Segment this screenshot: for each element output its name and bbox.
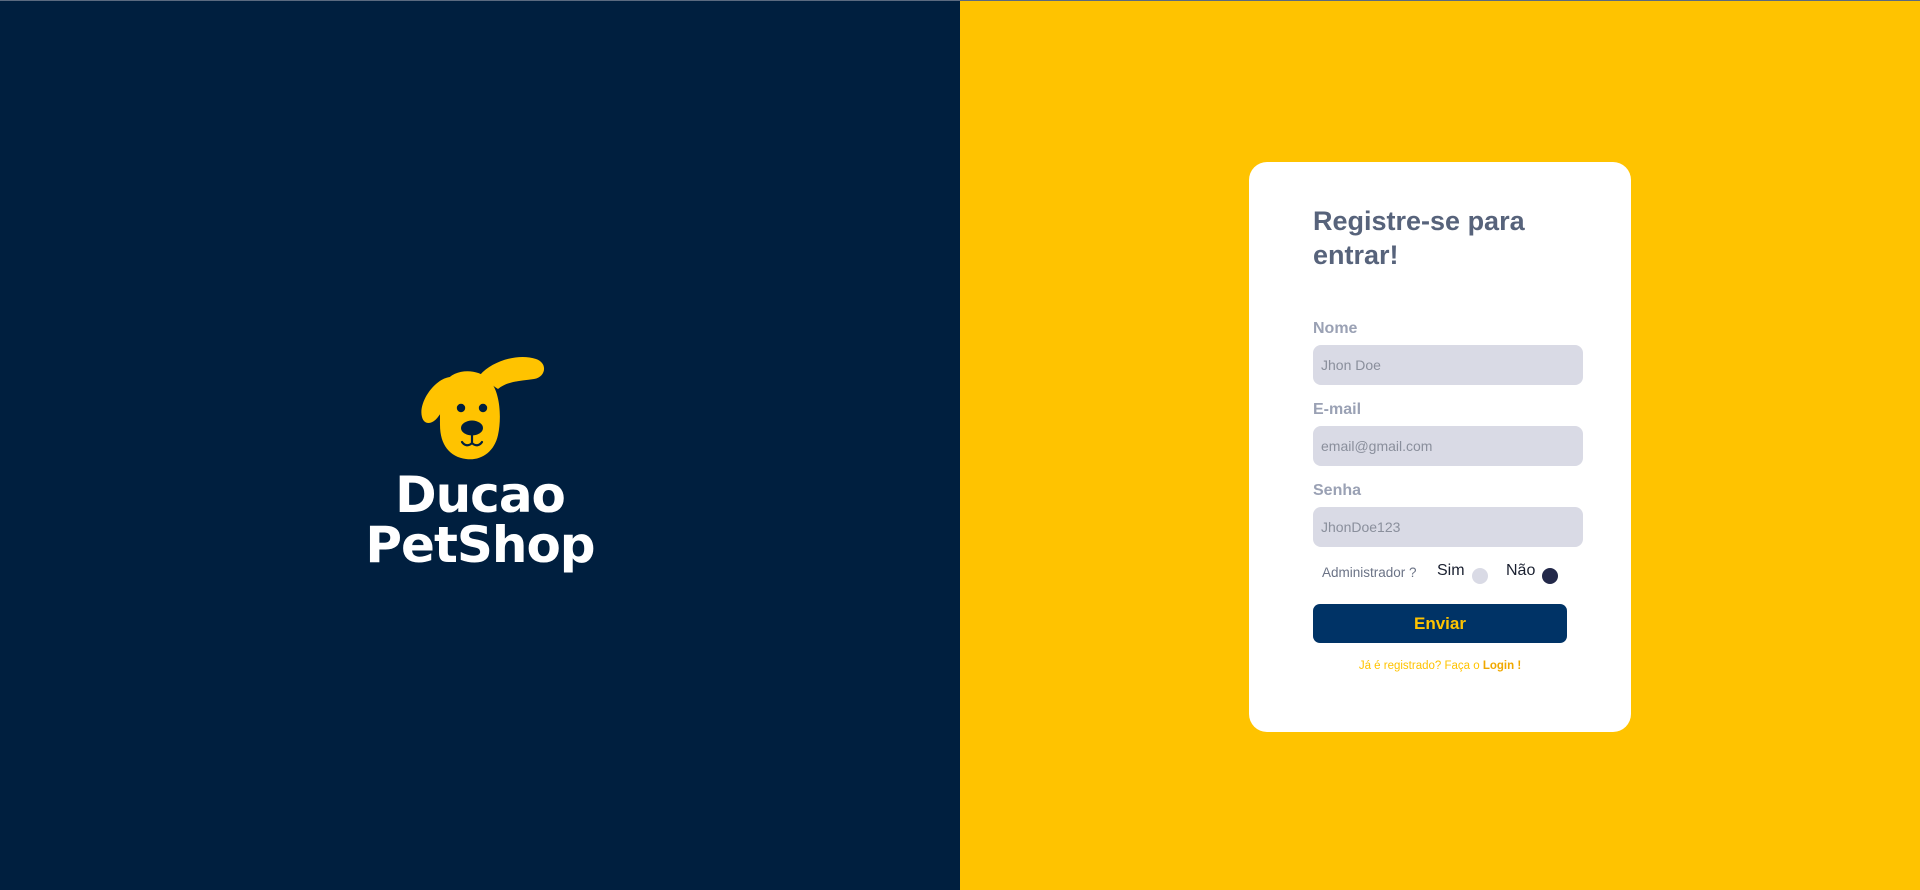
- name-label: Nome: [1313, 320, 1358, 337]
- password-label: Senha: [1313, 482, 1362, 499]
- admin-no-label: Não: [1506, 562, 1536, 579]
- email-input[interactable]: [1313, 426, 1583, 466]
- admin-label: Administrador ?: [1322, 565, 1417, 580]
- submit-button[interactable]: Enviar: [1313, 604, 1567, 643]
- brand-logo: Ducao PetShop: [300, 355, 660, 570]
- admin-no-radio[interactable]: [1542, 568, 1558, 584]
- dog-face-icon: [421, 356, 545, 460]
- register-title: Registre-se para entrar!: [1313, 206, 1525, 270]
- login-prompt-text: Já é registrado? Faça o: [1358, 660, 1480, 672]
- register-card: Registre-se para entrar! Nome E-mail Sen…: [1249, 162, 1631, 732]
- brand-name: Ducao PetShop: [365, 466, 595, 574]
- top-divider: [0, 0, 1920, 1]
- admin-option-row: Administrador ? Sim Não: [1322, 562, 1592, 584]
- admin-yes-radio[interactable]: [1472, 568, 1488, 584]
- login-prompt: Já é registrado? Faça o Login !: [1249, 660, 1631, 672]
- email-label: E-mail: [1313, 401, 1362, 418]
- name-input[interactable]: [1313, 345, 1583, 385]
- page: Ducao PetShop Registre-se para entrar! N…: [0, 0, 1920, 890]
- admin-yes-label: Sim: [1437, 562, 1465, 579]
- brand-panel: Ducao PetShop: [0, 0, 960, 890]
- password-input[interactable]: [1313, 507, 1583, 547]
- login-link[interactable]: Login !: [1483, 660, 1521, 672]
